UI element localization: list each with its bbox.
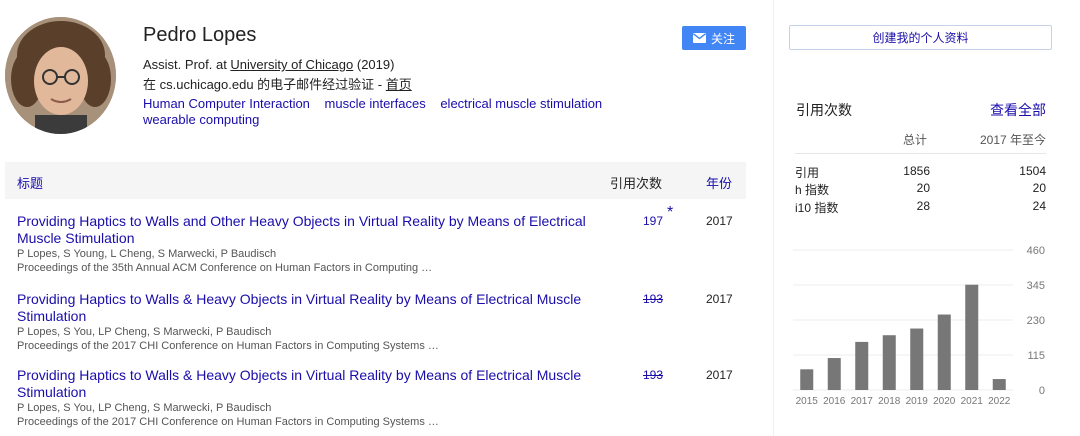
x-tick-label: 2016 [823, 396, 846, 407]
stats-all-value: 20 [916, 181, 930, 195]
chart-bar[interactable] [855, 341, 869, 390]
table-row: Providing Haptics to Walls & Heavy Objec… [17, 367, 746, 429]
stats-since-value: 20 [1032, 181, 1046, 195]
chart-bar[interactable] [992, 379, 1006, 390]
citation-count-link[interactable]: 193 [643, 368, 663, 382]
cited-by-column-header: 引用次数 [610, 176, 663, 191]
interest-link[interactable]: electrical muscle stimulation [440, 96, 602, 111]
x-tick-label: 2019 [906, 396, 929, 407]
stats-row-label: 引用 [795, 166, 820, 180]
chart-bar[interactable] [882, 335, 896, 390]
cited-by-heading: 引用次数 [796, 102, 852, 118]
stats-row-label: h 指数 [795, 183, 830, 197]
citation-count-link[interactable]: 197 [643, 214, 663, 228]
article-title-link[interactable]: Providing Haptics to Walls and Other Hea… [17, 213, 597, 247]
chart-bar[interactable] [827, 358, 841, 390]
chart-bar[interactable] [965, 284, 979, 390]
sort-by-year[interactable]: 年份 [706, 173, 732, 192]
y-tick-label: 460 [1027, 245, 1045, 257]
article-year: 2017 [706, 214, 733, 228]
view-all-link[interactable]: 查看全部 [990, 100, 1046, 120]
article-authors: P Lopes, S Young, L Cheng, S Marwecki, P… [17, 248, 277, 260]
homepage-link[interactable]: 首页 [386, 77, 412, 92]
envelope-icon [692, 33, 706, 43]
avatar-photo [5, 17, 116, 134]
affiliation: Assist. Prof. at University of Chicago (… [143, 57, 394, 72]
x-tick-label: 2020 [933, 396, 956, 407]
affiliation-prefix: Assist. Prof. at [143, 57, 231, 72]
profile-name: Pedro Lopes [143, 24, 257, 46]
sort-by-title[interactable]: 标题 [17, 173, 43, 192]
x-tick-label: 2017 [851, 396, 874, 407]
x-tick-label: 2022 [988, 396, 1011, 407]
interest-link[interactable]: Human Computer Interaction [143, 96, 310, 111]
stats-all-value: 1856 [903, 164, 930, 178]
interest-link[interactable]: wearable computing [143, 112, 259, 127]
chart-bar[interactable] [910, 328, 924, 390]
affiliation-link[interactable]: University of Chicago [230, 57, 353, 72]
chart-bar[interactable] [937, 314, 951, 390]
table-row: Providing Haptics to Walls & Heavy Objec… [17, 291, 746, 353]
article-authors: P Lopes, S You, LP Cheng, S Marwecki, P … [17, 326, 272, 338]
follow-label: 关注 [710, 31, 735, 46]
sidebar-divider [773, 0, 774, 436]
interest-link[interactable]: muscle interfaces [325, 96, 426, 111]
y-tick-label: 115 [1027, 350, 1045, 362]
article-venue: Proceedings of the 2017 CHI Conference o… [17, 416, 439, 428]
table-row: Providing Haptics to Walls and Other Hea… [17, 204, 746, 275]
divider [795, 153, 1046, 154]
stats-row-label: i10 指数 [795, 201, 839, 215]
citation-count-link[interactable]: 193 [643, 292, 663, 306]
affiliation-suffix: (2019) [353, 57, 395, 72]
y-tick-label: 345 [1027, 280, 1045, 292]
article-title-link[interactable]: Providing Haptics to Walls & Heavy Objec… [17, 367, 597, 401]
article-year: 2017 [706, 292, 733, 306]
y-tick-label: 0 [1039, 385, 1045, 397]
verified-email: 在 cs.uchicago.edu 的电子邮件经过验证 - 首页 [143, 74, 412, 93]
article-venue: Proceedings of the 35th Annual ACM Confe… [17, 262, 433, 274]
stats-col-since: 2017 年至今 [979, 133, 1046, 147]
chart-svg: 0 115 230 345 460 2015 2016 2017 2018 2019 2020 202… [793, 245, 1045, 407]
create-profile-button[interactable]: 创建我的个人资料 [789, 25, 1052, 50]
research-interests: Human Computer Interaction muscle interf… [143, 96, 623, 128]
articles-table-header: 标题 引用次数 年份 [5, 162, 746, 199]
stats-since-value: 1504 [1019, 164, 1046, 178]
article-venue: Proceedings of the 2017 CHI Conference o… [17, 340, 439, 352]
y-tick-label: 230 [1027, 315, 1045, 327]
article-year: 2017 [706, 368, 733, 382]
stats-all-value: 28 [916, 199, 930, 213]
article-authors: P Lopes, S You, LP Cheng, S Marwecki, P … [17, 402, 272, 414]
x-tick-label: 2015 [796, 396, 819, 407]
article-title-link[interactable]: Providing Haptics to Walls & Heavy Objec… [17, 291, 597, 325]
stats-col-all: 总计 [903, 133, 928, 147]
stats-since-value: 24 [1032, 199, 1046, 213]
x-tick-label: 2021 [961, 396, 984, 407]
x-tick-label: 2018 [878, 396, 901, 407]
chart-bar[interactable] [800, 369, 814, 390]
citations-per-year-chart: 0 115 230 345 460 2015 2016 2017 2018 2019 2020 202… [785, 238, 1045, 408]
merged-citations-star[interactable]: * [667, 204, 673, 222]
follow-button[interactable]: 关注 [682, 26, 746, 50]
verified-text: 在 cs.uchicago.edu 的电子邮件经过验证 - [143, 77, 386, 92]
avatar [5, 17, 116, 134]
